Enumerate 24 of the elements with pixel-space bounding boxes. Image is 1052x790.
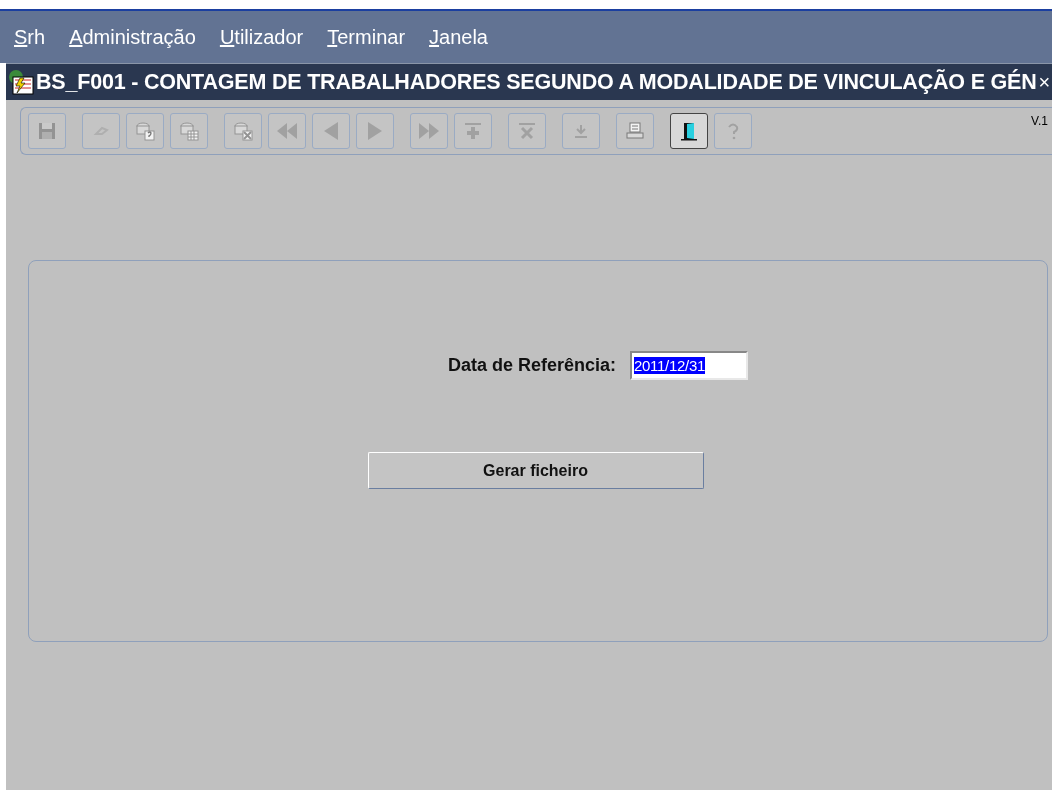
database-clear-icon [232,120,254,142]
app-icon [6,68,36,96]
window-title: BS_F001 - CONTAGEM DE TRABALHADORES SEGUNDO A MODALIDADE DE VINCULAÇÃO E GÉN [36,69,1037,95]
date-field[interactable]: 2011/12/31 [630,351,749,380]
last-record-icon [418,120,440,142]
menu-item[interactable]: Utilizador [219,25,304,49]
exit-door-icon [678,120,700,142]
generate-file-button[interactable]: Gerar ficheiro [367,452,704,489]
toolbar-button[interactable] [670,113,708,149]
insert-record-icon [462,120,484,142]
delete-record-icon [516,120,538,142]
version-label: V.1 [1031,114,1048,128]
save-icon [36,120,58,142]
database-query-icon [134,120,156,142]
print-icon [624,120,646,142]
first-record-icon [276,120,298,142]
database-table-icon [178,120,200,142]
menu-item[interactable]: Janela [429,25,488,49]
selected-text: 2011/12/31 [634,357,705,374]
menu-item[interactable]: Administração [69,25,196,49]
menu-item[interactable]: Terminar [327,25,406,49]
field-label: Data de Referência: [447,355,617,376]
close-button[interactable]: × [1036,70,1052,94]
menu-item[interactable]: Srh [14,25,46,49]
